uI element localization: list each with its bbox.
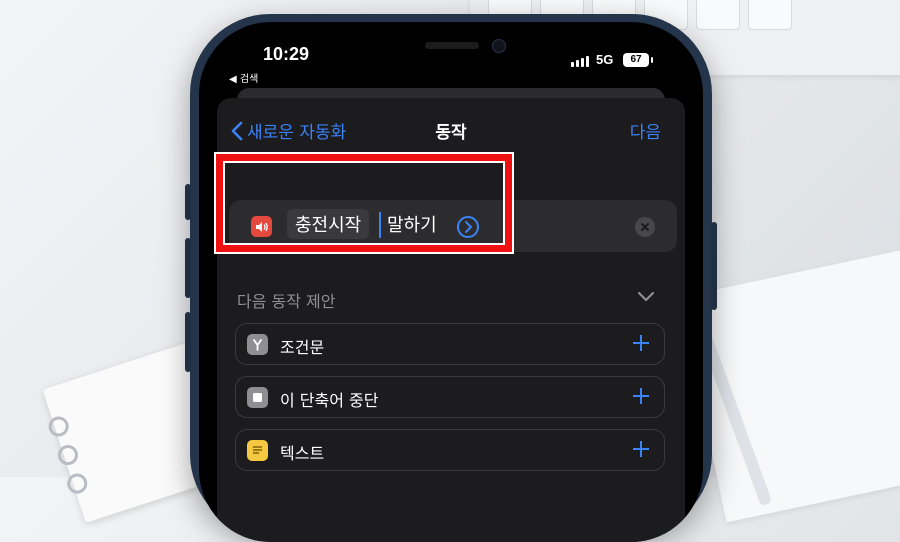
- notebook-ring: [46, 413, 72, 440]
- phone-side-button: [185, 312, 191, 372]
- stop-icon: [247, 387, 268, 408]
- notebook-ring: [55, 442, 81, 468]
- collapse-suggestions-button[interactable]: [637, 288, 655, 307]
- keyboard-key: [696, 0, 740, 30]
- keyboard-key: [748, 0, 792, 30]
- phone-screen: 10:29 ◀ 검색 5G 67 새로운 자동화 동작 다음 충전시작 말하기 …: [199, 22, 703, 542]
- notebook-ring: [64, 470, 90, 497]
- remove-action-button[interactable]: [635, 217, 655, 237]
- suggestion-item-text[interactable]: 텍스트: [235, 429, 665, 471]
- suggestions-heading: 다음 동작 제안: [237, 292, 336, 311]
- text-icon: [247, 440, 268, 461]
- suggestion-item-if[interactable]: 조건문: [235, 323, 665, 365]
- battery-indicator: 67: [623, 53, 649, 67]
- suggestion-label: 텍스트: [280, 444, 325, 463]
- suggestion-item-stop-shortcut[interactable]: 이 단축어 중단: [235, 376, 665, 418]
- phone-side-button: [711, 222, 717, 310]
- branch-icon: [247, 334, 268, 355]
- chevron-down-icon: [637, 291, 655, 302]
- battery-tip: [651, 57, 653, 63]
- phone-side-button: [185, 238, 191, 298]
- add-suggestion-button[interactable]: [630, 438, 652, 464]
- add-suggestion-button[interactable]: [630, 332, 652, 358]
- front-camera: [492, 39, 506, 53]
- plus-icon: [633, 335, 649, 351]
- phone-side-button: [185, 184, 191, 220]
- plus-icon: [633, 441, 649, 457]
- suggestion-label: 이 단축어 중단: [280, 391, 379, 410]
- highlight-box: [216, 154, 512, 252]
- back-to-app-link[interactable]: ◀ 검색: [229, 70, 258, 85]
- speaker-grille: [425, 42, 479, 49]
- page-title: 동작: [435, 123, 467, 143]
- network-indicator: 5G: [596, 52, 614, 67]
- status-time: 10:29: [263, 44, 310, 64]
- plus-icon: [633, 388, 649, 404]
- next-button[interactable]: 다음: [630, 118, 661, 143]
- close-icon: [641, 223, 649, 231]
- suggestion-label: 조건문: [280, 338, 325, 357]
- add-suggestion-button[interactable]: [630, 385, 652, 411]
- signal-bars-icon: [571, 56, 589, 67]
